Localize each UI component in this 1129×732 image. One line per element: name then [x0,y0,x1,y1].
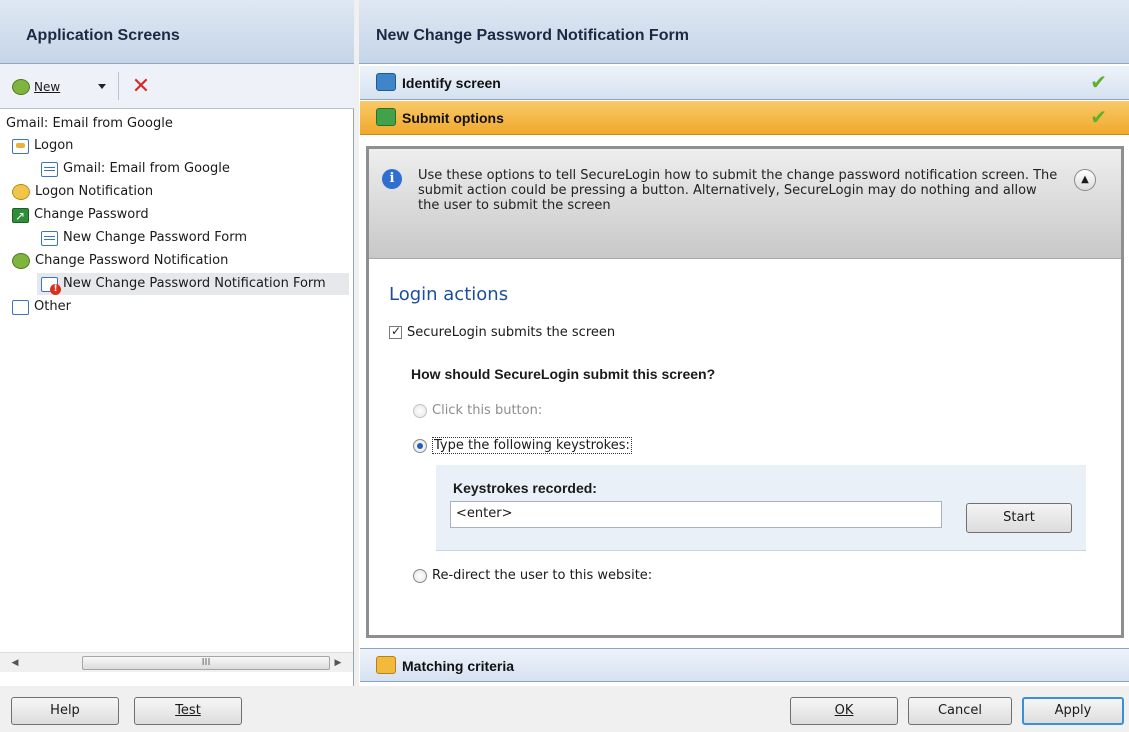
keystrokes-panel: Keystrokes recorded: <enter> Start [436,465,1086,551]
radio-type-keystrokes-control[interactable] [413,438,427,453]
matching-icon [376,656,396,674]
securelogin-submits-checkbox[interactable] [389,324,402,339]
radio-click-button[interactable]: Click this button: [413,403,542,418]
start-button[interactable]: Start [966,503,1072,533]
keystrokes-label: Keystrokes recorded: [453,480,597,496]
securelogin-submits-checkbox-row[interactable]: SecureLogin submits the screen [389,324,616,340]
notification-bubble-icon [12,253,30,269]
ok-button[interactable]: OK [790,697,898,725]
tree-item-label: New Change Password Notification Form [63,276,326,291]
tree-item-label: New Change Password Form [63,230,247,245]
tree-item-label: Logon [34,138,74,153]
tree-item-logon-notification[interactable]: Logon Notification [12,181,153,203]
chevron-up-icon[interactable]: ▲ [1074,169,1096,191]
section-label: Submit options [402,110,504,126]
login-actions-heading: Login actions [389,284,509,305]
delete-x-icon[interactable]: ✕ [130,76,152,98]
submit-method-question: How should SecureLogin submit this scree… [411,366,716,382]
cancel-button[interactable]: Cancel [908,697,1012,725]
form-icon [41,230,58,246]
new-button[interactable]: New [12,76,60,98]
tree-item-label: Logon Notification [35,184,154,199]
section-matching-criteria[interactable]: Matching criteria [360,648,1129,682]
tree-item-change-password-notification[interactable]: Change Password Notification [12,250,228,272]
new-icon [12,79,30,95]
tree-item-label: Other [34,299,71,314]
application-screens-pane: Application Screens New ✕ Gmail: Email f… [0,0,354,686]
check-icon: ✔ [1090,70,1107,94]
securelogin-submits-label: SecureLogin submits the screen [407,325,616,340]
info-text: Use these options to tell SecureLogin ho… [418,168,1058,213]
logon-icon [12,138,29,154]
radio-label: Type the following keystrokes: [432,437,632,454]
form-icon [41,161,58,177]
radio-click-button-control[interactable] [413,403,427,418]
check-icon: ✔ [1090,105,1107,129]
other-icon [12,299,29,315]
tree-toolbar: New ✕ [0,64,354,109]
tree-item-new-change-password-notification-form[interactable]: New Change Password Notification Form [37,273,349,295]
new-dropdown-caret-icon[interactable] [98,84,106,89]
form-alert-icon [41,276,61,295]
tree-item-change-password[interactable]: Change Password [12,204,149,227]
submit-icon [376,108,396,126]
info-panel: i Use these options to tell SecureLogin … [369,149,1121,259]
tree-item-gmail-form[interactable]: Gmail: Email from Google [41,158,230,180]
scrollbar-thumb[interactable]: III [82,656,330,670]
radio-label: Re-direct the user to this website: [432,568,653,583]
apply-button[interactable]: Apply [1022,697,1124,725]
screen-details-pane: New Change Password Notification Form Id… [359,0,1129,686]
tree-item-other[interactable]: Other [12,296,71,318]
section-label: Identify screen [402,75,501,91]
test-button[interactable]: Test [134,697,242,725]
change-password-icon [12,205,29,227]
tree-item-label: Gmail: Email from Google [63,161,230,176]
application-screens-title: Application Screens [26,27,180,44]
tree-item-label: Change Password [34,207,149,222]
tree-item-gmail-root[interactable]: Gmail: Email from Google [6,113,173,135]
radio-label: Click this button: [432,403,543,418]
radio-redirect[interactable]: Re-direct the user to this website: [413,568,652,583]
info-icon: i [382,169,402,189]
keystrokes-field[interactable]: <enter> [450,501,942,528]
tree-horizontal-scrollbar[interactable]: ◀ III ▶ [0,652,353,672]
screen-details-title: New Change Password Notification Form [376,27,689,44]
section-submit-options[interactable]: Submit options ✔ [360,101,1129,135]
section-identify-screen[interactable]: Identify screen ✔ [360,66,1129,100]
toolbar-separator [118,72,119,100]
screens-tree: Gmail: Email from Google Logon Gmail: Em… [0,112,353,652]
tree-item-label: Change Password Notification [35,253,229,268]
help-button[interactable]: Help [11,697,119,725]
new-button-label: New [34,80,61,94]
screen-details-header: New Change Password Notification Form [359,0,1129,64]
application-screens-header: Application Screens [0,0,354,64]
tree-item-label: Gmail: Email from Google [6,116,173,131]
scroll-right-arrow-icon[interactable]: ▶ [329,653,347,673]
radio-redirect-control[interactable] [413,568,427,583]
section-label: Matching criteria [402,658,515,674]
scroll-left-arrow-icon[interactable]: ◀ [6,653,24,673]
submit-options-content: i Use these options to tell SecureLogin … [366,146,1124,638]
tree-item-logon[interactable]: Logon [12,135,73,157]
identify-icon [376,73,396,91]
notification-bubble-icon [12,184,30,200]
tree-item-new-change-password-form[interactable]: New Change Password Form [41,227,247,249]
radio-type-keystrokes[interactable]: Type the following keystrokes: [413,437,632,454]
